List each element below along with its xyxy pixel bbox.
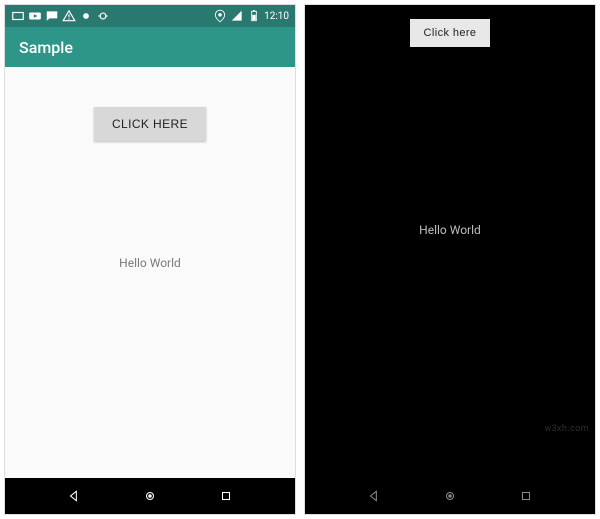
signal-icon xyxy=(230,9,244,23)
home-icon[interactable] xyxy=(143,489,157,503)
content-area-light: CLICK HERE Hello World xyxy=(5,67,295,478)
hello-world-text: Hello World xyxy=(419,223,481,237)
click-here-button[interactable]: Click here xyxy=(410,19,491,47)
battery-icon xyxy=(247,9,261,23)
message-icon xyxy=(45,9,59,23)
recent-icon[interactable] xyxy=(219,489,233,503)
nav-bar-light xyxy=(5,478,295,514)
content-area-dark: Click here Hello World w3xh.com xyxy=(305,5,595,478)
phone-light: 12:10 Sample CLICK HERE Hello World xyxy=(4,4,296,515)
recent-icon[interactable] xyxy=(519,489,533,503)
home-icon[interactable] xyxy=(443,489,457,503)
hello-world-text: Hello World xyxy=(119,256,181,270)
back-icon[interactable] xyxy=(67,489,81,503)
status-time: 12:10 xyxy=(264,11,289,22)
dot-icon xyxy=(79,9,93,23)
bug-icon xyxy=(96,9,110,23)
location-icon xyxy=(213,9,227,23)
phone-dark: Click here Hello World w3xh.com xyxy=(304,4,596,515)
click-here-button[interactable]: CLICK HERE xyxy=(94,107,206,141)
back-icon[interactable] xyxy=(367,489,381,503)
play-icon xyxy=(28,9,42,23)
status-bar: 12:10 xyxy=(5,5,295,27)
rect-icon xyxy=(11,9,25,23)
nav-bar-dark xyxy=(305,478,595,514)
status-left-icons xyxy=(11,9,110,23)
warning-icon xyxy=(62,9,76,23)
status-right-icons: 12:10 xyxy=(213,9,289,23)
app-title: Sample xyxy=(19,38,73,57)
watermark-text: w3xh.com xyxy=(544,424,589,434)
app-bar: Sample xyxy=(5,27,295,67)
